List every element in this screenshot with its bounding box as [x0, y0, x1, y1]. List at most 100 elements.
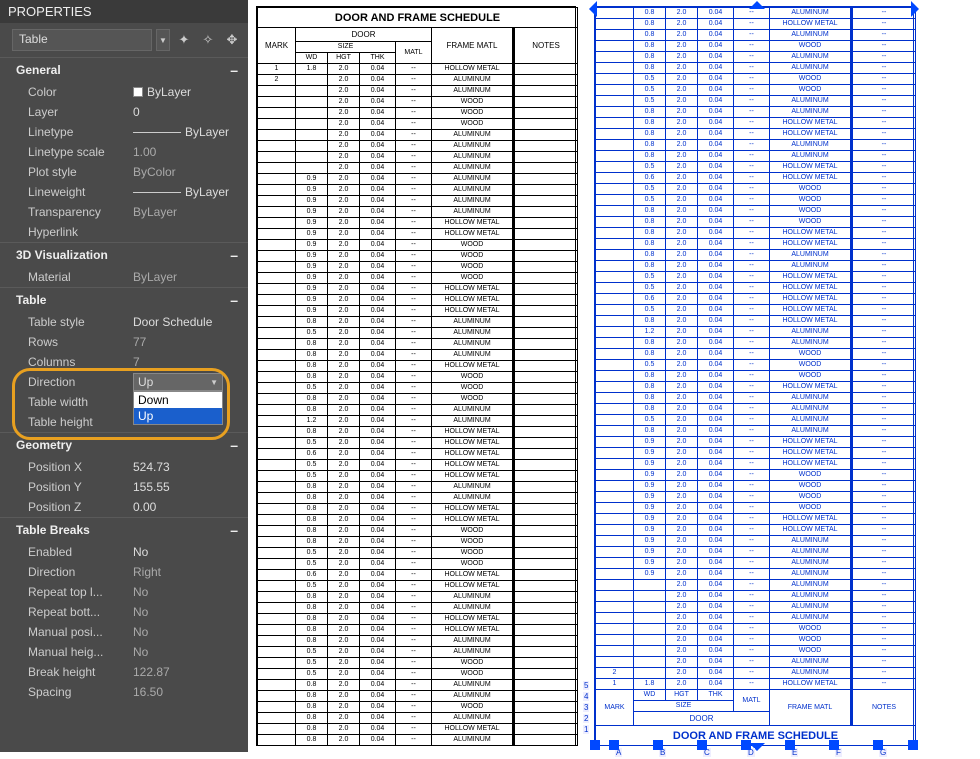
prop-lineweight[interactable]: ByLayer [133, 185, 248, 199]
table-row: 0.82.00.04--WOOD-- [596, 41, 916, 52]
panel-title: PROPERTIES [0, 0, 248, 23]
prop-manual-pos[interactable]: No [133, 625, 248, 639]
table-row: 0.82.00.04--HOLLOW METAL-- [596, 228, 916, 239]
prop-pos-y[interactable]: 155.55 [133, 480, 248, 494]
table-title: DOOR AND FRAME SCHEDULE [258, 8, 578, 28]
table-row: 22.00.04--ALUMINUM [258, 75, 578, 86]
table-row: 0.52.00.04--WOOD-- [596, 74, 916, 85]
table-row: 2.00.04--ALUMINUM [258, 163, 578, 174]
table-row: 0.62.00.04--HOLLOW METAL-- [596, 294, 916, 305]
section-geometry[interactable]: Geometry– [0, 433, 248, 457]
column-grip-icon[interactable] [785, 740, 795, 750]
table-down[interactable]: DOOR AND FRAME SCHEDULE MARK DOOR FRAME … [256, 6, 576, 746]
table-row: 0.82.00.04--ALUMINUM-- [596, 63, 916, 74]
direction-option-up[interactable]: Up [134, 408, 222, 424]
prop-break-height[interactable]: 122.87 [133, 665, 248, 679]
table-row: 0.82.00.04--ALUMINUM [258, 592, 578, 603]
table-row: 11.82.00.04--HOLLOW METAL-- [596, 679, 916, 690]
prop-columns[interactable]: 7 [133, 355, 248, 369]
prop-transparency[interactable]: ByLayer [133, 205, 248, 219]
table-row: 2.00.04--ALUMINUM-- [596, 591, 916, 602]
column-grip-icon[interactable] [741, 740, 751, 750]
direction-option-down[interactable]: Down [134, 392, 222, 408]
table-row: 0.82.00.04--ALUMINUM-- [596, 338, 916, 349]
table-row: 2.00.04--ALUMINUM-- [596, 602, 916, 613]
table-grip-tl-arrow-icon[interactable] [581, 1, 597, 17]
table-row: 0.82.00.04--ALUMINUM [258, 713, 578, 724]
column-grip-icon[interactable] [653, 740, 663, 750]
prop-rows[interactable]: 77 [133, 335, 248, 349]
table-row: 0.82.00.04--HOLLOW METAL-- [596, 382, 916, 393]
quick-select-icon[interactable]: ✦ [174, 30, 194, 50]
table-row: 0.82.00.04--ALUMINUM-- [596, 30, 916, 41]
table-row: 0.82.00.04--HOLLOW METAL-- [596, 129, 916, 140]
table-grip-tr-arrow-icon[interactable] [911, 1, 927, 17]
column-grip-icon[interactable] [697, 740, 707, 750]
prop-layer[interactable]: 0 [133, 105, 248, 119]
table-row: 0.92.00.04--HOLLOW METAL [258, 229, 578, 240]
select-objects-icon[interactable]: ✥ [222, 30, 242, 50]
prop-pos-x[interactable]: 524.73 [133, 460, 248, 474]
prop-breaks-enabled[interactable]: No [133, 545, 248, 559]
object-type-dropdown-icon[interactable]: ▼ [156, 29, 170, 51]
section-general[interactable]: General– [0, 58, 248, 82]
table-row: 0.52.00.04--HOLLOW METAL [258, 460, 578, 471]
table-row: 2.00.04--ALUMINUM-- [596, 613, 916, 624]
table-row: 0.52.00.04--HOLLOW METAL [258, 581, 578, 592]
properties-panel: PROPERTIES Table ▼ ✦ ✧ ✥ General– ColorB… [0, 0, 248, 752]
table-row: 0.82.00.04--HOLLOW METAL-- [596, 316, 916, 327]
object-type-select[interactable]: Table [12, 29, 152, 51]
prop-ltscale[interactable]: 1.00 [133, 145, 248, 159]
row-number: 3 [583, 703, 589, 712]
table-grip-br-icon[interactable] [908, 740, 918, 750]
section-table-breaks[interactable]: Table Breaks– [0, 518, 248, 542]
table-row: 0.82.00.04--ALUMINUM [258, 482, 578, 493]
table-row: 0.82.00.04--HOLLOW METAL [258, 614, 578, 625]
drawing-canvas[interactable]: DOOR AND FRAME SCHEDULE MARK DOOR FRAME … [248, 0, 980, 752]
table-row: 0.82.00.04--ALUMINUM-- [596, 404, 916, 415]
prop-pos-z[interactable]: 0.00 [133, 500, 248, 514]
prop-repeat-bottom[interactable]: No [133, 605, 248, 619]
column-grip-icon[interactable] [873, 740, 883, 750]
prop-repeat-top[interactable]: No [133, 585, 248, 599]
prop-manual-height[interactable]: No [133, 645, 248, 659]
table-row: 0.92.00.04--HOLLOW METAL-- [596, 525, 916, 536]
prop-direction-select[interactable]: Up▼ [133, 373, 223, 391]
table-row: 0.82.00.04--WOOD [258, 537, 578, 548]
row-number: 4 [583, 692, 589, 701]
prop-material[interactable]: ByLayer [133, 270, 248, 284]
prop-plotstyle[interactable]: ByColor [133, 165, 248, 179]
collapse-icon: – [230, 62, 238, 78]
table-row: 0.92.00.04--ALUMINUM [258, 207, 578, 218]
table-row: 0.52.00.04--WOOD [258, 559, 578, 570]
section-3dviz[interactable]: 3D Visualization– [0, 243, 248, 267]
table-row: 0.82.00.04--ALUMINUM-- [596, 250, 916, 261]
table-row: 0.82.00.04--HOLLOW METAL-- [596, 239, 916, 250]
collapse-icon: – [230, 522, 238, 538]
prop-table-style[interactable]: Door Schedule [133, 315, 248, 329]
collapse-icon: – [230, 292, 238, 308]
prop-color[interactable]: ByLayer [133, 85, 248, 99]
table-row: 0.92.00.04--HOLLOW METAL [258, 218, 578, 229]
pickadd-icon[interactable]: ✧ [198, 30, 218, 50]
table-row: 0.92.00.04--WOOD [258, 240, 578, 251]
table-row: 0.92.00.04--WOOD [258, 251, 578, 262]
table-row: 0.92.00.04--HOLLOW METAL [258, 284, 578, 295]
table-row: 0.92.00.04--HOLLOW METAL-- [596, 437, 916, 448]
table-row: 0.52.00.04--WOOD-- [596, 85, 916, 96]
section-table[interactable]: Table– [0, 288, 248, 312]
table-up-selected[interactable]: 0.82.00.04--ALUMINUM--0.82.00.04--HOLLOW… [594, 6, 914, 746]
table-row: 0.82.00.04--WOOD [258, 372, 578, 383]
table-grip-top-arrow-icon[interactable] [749, 0, 765, 9]
prop-linetype[interactable]: ByLayer [133, 125, 248, 139]
table-row: 0.92.00.04--HOLLOW METAL-- [596, 459, 916, 470]
table-row: 0.52.00.04--ALUMINUM-- [596, 96, 916, 107]
prop-breaks-direction[interactable]: Right [133, 565, 248, 579]
table-row: 0.82.00.04--ALUMINUM [258, 350, 578, 361]
table-grip-bl-icon[interactable] [590, 740, 600, 750]
collapse-icon: – [230, 247, 238, 263]
prop-spacing[interactable]: 16.50 [133, 685, 248, 699]
column-grip-icon[interactable] [829, 740, 839, 750]
column-grip-icon[interactable] [609, 740, 619, 750]
table-row: 0.82.00.04--WOOD-- [596, 371, 916, 382]
